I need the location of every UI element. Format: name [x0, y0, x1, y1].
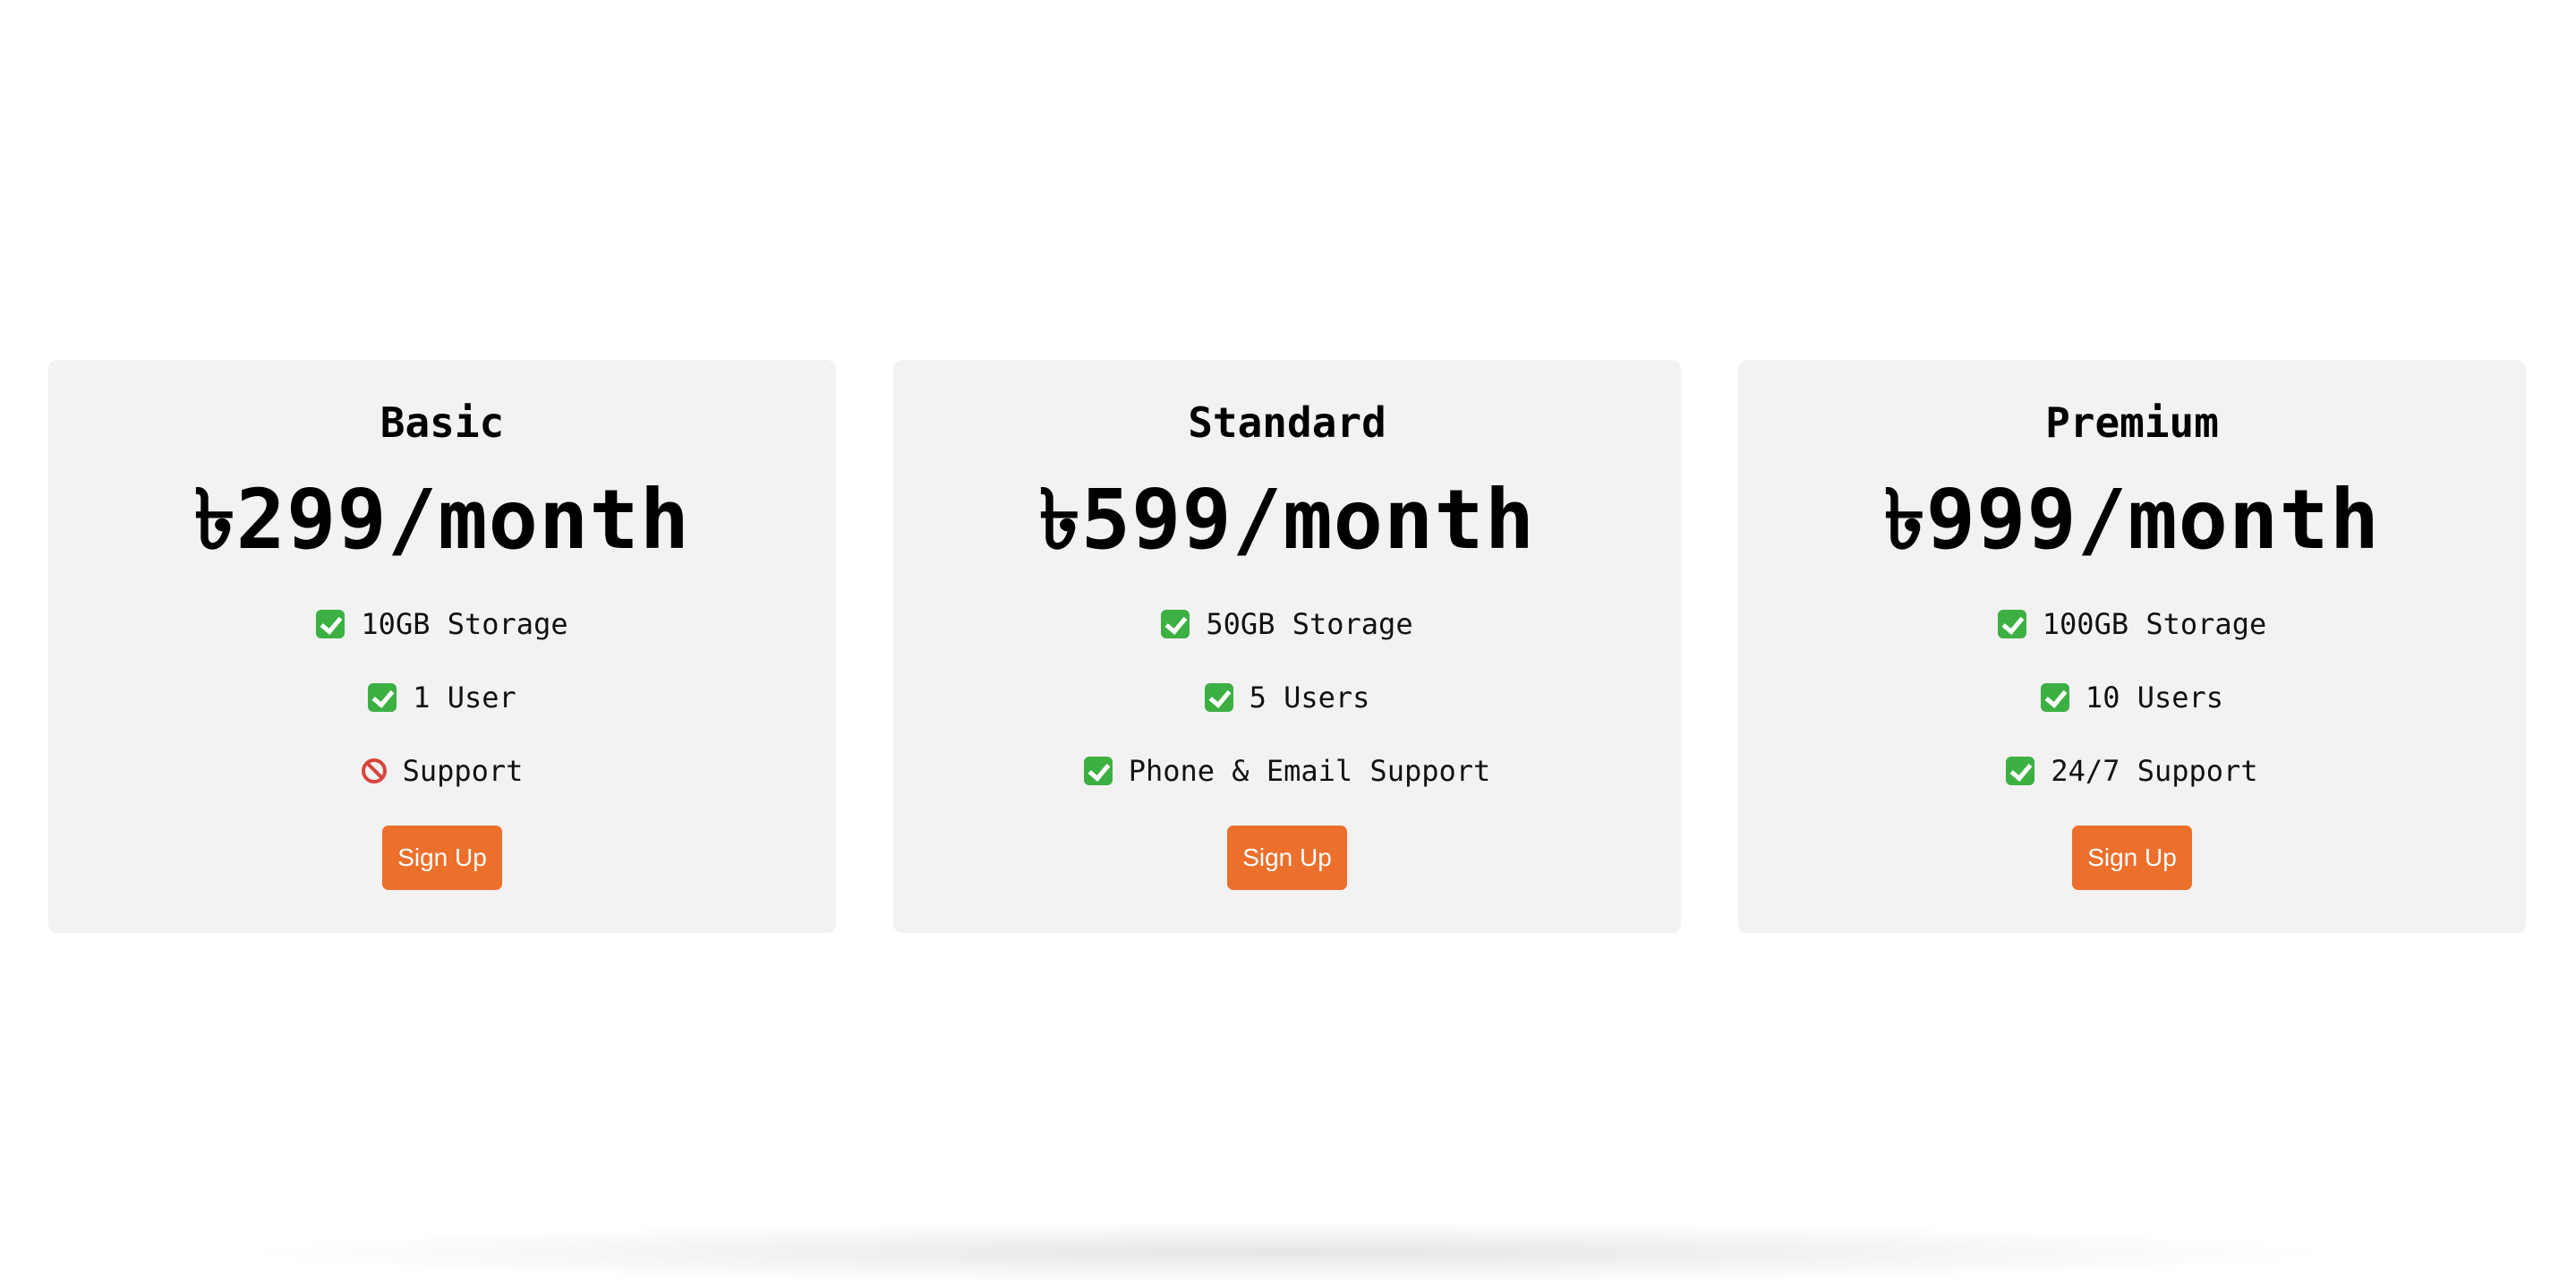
sign-up-button-premium[interactable]: Sign Up: [2072, 826, 2192, 890]
check-icon: [1161, 610, 1190, 638]
feature-list: 50GB Storage 5 Users Phone & Email Suppo…: [1083, 587, 1491, 808]
plan-price: ৳599/month: [1038, 472, 1536, 568]
pricing-cards: Basic ৳299/month 10GB Storage 1 User Sup…: [48, 360, 2526, 933]
check-icon: [1083, 757, 1113, 785]
feature-list: 100GB Storage 10 Users 24/7 Support: [1997, 587, 2267, 808]
plan-price: ৳299/month: [193, 472, 691, 568]
feature-text: 1 User: [413, 681, 516, 715]
feature-item: 10GB Storage: [316, 587, 568, 661]
feature-item: 24/7 Support: [2006, 734, 2258, 808]
plan-name: Premium: [2045, 398, 2219, 447]
feature-text: 5 Users: [1249, 681, 1370, 715]
prohibited-icon: [361, 758, 387, 783]
feature-text: Support: [402, 754, 524, 788]
plan-card-premium: Premium ৳999/month 100GB Storage 10 User…: [1738, 360, 2526, 933]
feature-text: 50GB Storage: [1206, 607, 1413, 641]
plan-price: ৳999/month: [1883, 472, 2381, 568]
feature-item: 1 User: [368, 661, 516, 734]
check-icon: [2006, 757, 2035, 785]
check-icon: [368, 683, 397, 712]
feature-text: Phone & Email Support: [1128, 754, 1491, 788]
feature-text: 24/7 Support: [2051, 754, 2258, 788]
feature-item: 50GB Storage: [1161, 587, 1413, 661]
feature-item: 5 Users: [1204, 661, 1370, 734]
feature-item: 10 Users: [2040, 661, 2224, 734]
check-icon: [1204, 683, 1233, 712]
feature-list: 10GB Storage 1 User Support: [316, 587, 568, 808]
plan-name: Basic: [380, 398, 505, 447]
feature-text: 10 Users: [2085, 681, 2224, 715]
plan-card-basic: Basic ৳299/month 10GB Storage 1 User Sup…: [48, 360, 836, 933]
feature-text: 10GB Storage: [361, 607, 568, 641]
check-icon: [1997, 610, 2026, 638]
bottom-shadow: [233, 1221, 2343, 1284]
plan-name: Standard: [1188, 398, 1386, 447]
feature-text: 100GB Storage: [2042, 607, 2267, 641]
check-icon: [2040, 683, 2069, 712]
plan-card-standard: Standard ৳599/month 50GB Storage 5 Users…: [893, 360, 1681, 933]
feature-item: Support: [361, 734, 524, 808]
feature-item: Phone & Email Support: [1083, 734, 1491, 808]
feature-item: 100GB Storage: [1997, 587, 2267, 661]
check-icon: [316, 610, 345, 638]
sign-up-button-standard[interactable]: Sign Up: [1227, 826, 1347, 890]
sign-up-button-basic[interactable]: Sign Up: [382, 826, 502, 890]
